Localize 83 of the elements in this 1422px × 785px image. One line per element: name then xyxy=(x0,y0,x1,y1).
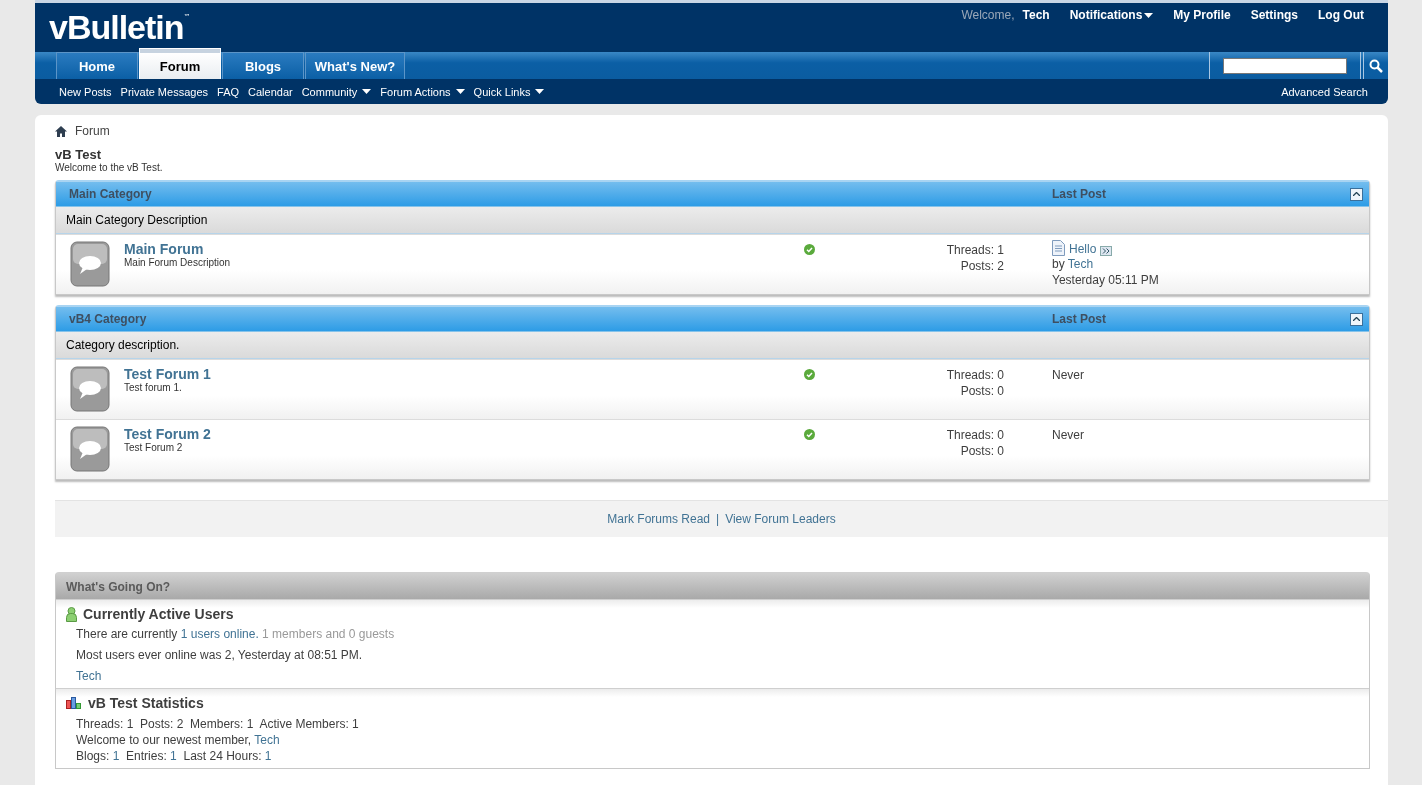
column-heading: Last Post xyxy=(1052,187,1106,201)
forum-title-link[interactable]: Test Forum 2 xyxy=(124,426,804,442)
welcome-text: Welcome, xyxy=(961,8,1015,22)
online-summary: There are currently 1 users online. 1 members and 0 guests xyxy=(76,626,396,642)
last-post-text: Never xyxy=(1052,367,1085,383)
forum-description: Main Forum Description xyxy=(124,257,232,268)
section-title: vB Test Statistics xyxy=(88,695,204,711)
check-circle-icon xyxy=(804,429,815,440)
post-time: Yesterday 05:11 PM xyxy=(1052,272,1160,288)
speech-bubble-icon xyxy=(70,241,110,287)
blog-statistics: Blogs: 1 Entries: 1 Last 24 Hours: 1 xyxy=(76,748,273,764)
speech-bubble-icon xyxy=(70,366,110,412)
forum-title-link[interactable]: Test Forum 1 xyxy=(124,366,804,382)
subnav-link[interactable]: Calendar xyxy=(248,85,293,98)
thread-count: Threads: 1 xyxy=(945,242,1004,258)
record-text: Most users ever online was 2, Yesterday at 08:51 PM. xyxy=(76,647,364,663)
member-link[interactable]: Tech xyxy=(254,733,280,747)
stat-link[interactable]: 1 xyxy=(264,749,272,763)
panel-header: What's Going On? xyxy=(56,574,1369,599)
nav-tab[interactable]: Home xyxy=(56,52,138,79)
home-icon[interactable] xyxy=(55,125,67,137)
link-separator: | xyxy=(716,512,720,526)
chevron-up-icon xyxy=(1353,192,1360,196)
forum-title-link[interactable]: Main Forum xyxy=(124,241,804,257)
mark-read-link[interactable]: Mark Forums Read xyxy=(607,512,711,526)
caret-icon xyxy=(1144,12,1154,18)
newest-member-text: Welcome to our newest member, Tech xyxy=(76,732,281,748)
user-link[interactable]: Tech xyxy=(76,669,102,683)
post-title-link[interactable]: Hello xyxy=(1069,242,1097,256)
forum-description: Test forum 1. xyxy=(124,382,183,393)
header-link[interactable]: Settings xyxy=(1250,8,1298,22)
check-circle-icon xyxy=(804,244,815,255)
category-description: Main Category Description xyxy=(56,207,1369,234)
chevron-up-icon xyxy=(1353,317,1360,321)
advanced-search-link[interactable]: Advanced Search xyxy=(1281,85,1368,98)
go-to-post-icon[interactable] xyxy=(1100,246,1113,256)
section-title: Currently Active Users xyxy=(83,606,234,622)
username-link[interactable]: Tech xyxy=(1022,8,1050,22)
nav-tab[interactable]: What's New? xyxy=(305,52,405,79)
bar-chart-icon xyxy=(66,697,82,709)
speech-bubble-icon xyxy=(70,426,110,472)
forum-leaders-link[interactable]: View Forum Leaders xyxy=(725,512,836,526)
users-online-link[interactable]: 1 users online. xyxy=(180,627,259,641)
post-count: Posts: 2 xyxy=(959,258,1004,274)
header-link[interactable]: Notifications xyxy=(1069,8,1154,22)
caret-icon xyxy=(455,89,465,94)
breadcrumb-link[interactable]: Forum xyxy=(75,124,110,138)
site-description: Welcome to the vB Test. xyxy=(55,162,164,173)
forum-description: Test Forum 2 xyxy=(124,442,184,453)
header-link[interactable]: Log Out xyxy=(1318,8,1364,22)
category-title[interactable]: vB4 Category xyxy=(69,312,1052,326)
last-post-text: Never xyxy=(1052,427,1085,443)
category-title[interactable]: Main Category xyxy=(69,187,1052,201)
person-icon xyxy=(66,606,77,622)
collapse-button[interactable] xyxy=(1350,312,1363,326)
post-count: Posts: 0 xyxy=(959,443,1004,459)
thread-count: Threads: 0 xyxy=(945,427,1004,443)
nav-tab[interactable]: Blogs xyxy=(222,52,304,79)
subnav-link[interactable]: Forum Actions xyxy=(380,85,465,98)
column-heading: Last Post xyxy=(1052,312,1106,326)
stat-link[interactable]: 1 xyxy=(170,749,177,763)
category-description: Category description. xyxy=(56,332,1369,359)
search-field[interactable] xyxy=(1209,52,1361,79)
check-circle-icon xyxy=(804,369,815,380)
forum-statistics: Threads: 1 Posts: 2 Members: 1 Active Members: 1 xyxy=(76,716,360,732)
document-icon xyxy=(1052,240,1065,256)
post-count: Posts: 0 xyxy=(959,383,1004,399)
subnav-link[interactable]: Community xyxy=(301,85,372,98)
subnav-link[interactable]: New Posts xyxy=(59,85,112,98)
subnav-link[interactable]: Private Messages xyxy=(120,85,208,98)
post-author: by Tech xyxy=(1052,256,1095,272)
thread-count: Threads: 0 xyxy=(945,367,1004,383)
collapse-button[interactable] xyxy=(1350,187,1363,201)
nav-tab[interactable]: Forum xyxy=(139,48,221,79)
subnav-link[interactable]: FAQ xyxy=(217,85,240,98)
stat-link[interactable]: 1 xyxy=(112,749,120,763)
subnav-link[interactable]: Quick Links xyxy=(473,85,545,98)
site-title: vB Test xyxy=(55,147,102,162)
search-icon xyxy=(1369,58,1383,73)
author-link[interactable]: Tech xyxy=(1067,257,1094,271)
header-link[interactable]: My Profile xyxy=(1173,8,1231,22)
caret-icon xyxy=(362,89,372,94)
caret-icon xyxy=(535,89,545,94)
